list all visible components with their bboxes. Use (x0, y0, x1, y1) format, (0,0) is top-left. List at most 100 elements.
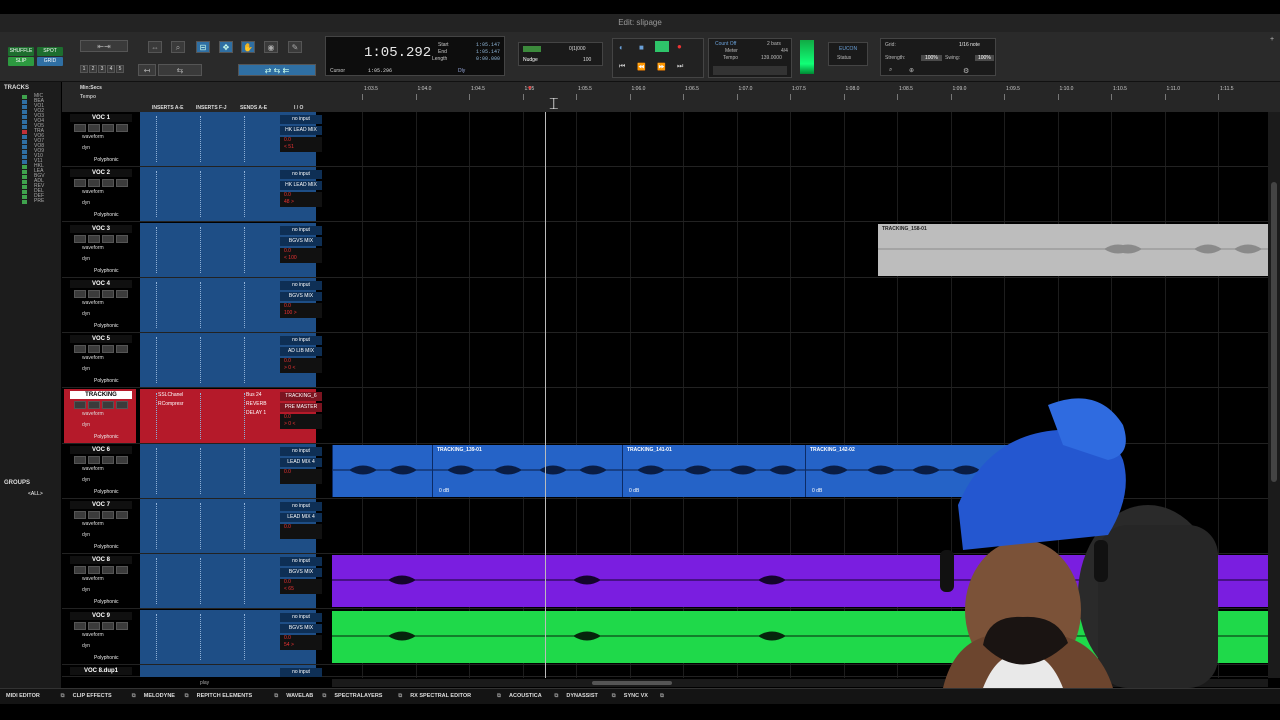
window-toggle-icon[interactable]: ⧉ (61, 693, 65, 700)
grid-mode-button[interactable]: GRID (37, 57, 63, 66)
input-selector[interactable]: no input (280, 336, 322, 346)
output-selector[interactable]: LEAD MIX 4 (280, 513, 322, 523)
insert-slot-column[interactable] (244, 116, 245, 162)
window-toggle-icon[interactable]: ⧉ (322, 693, 326, 700)
input-selector[interactable]: TRACKING_6 (280, 391, 322, 401)
insert-slot-column[interactable] (200, 503, 201, 550)
solo-button[interactable] (102, 566, 114, 575)
tracks-list-item[interactable]: PRE (0, 199, 61, 204)
track-timebase-selector[interactable]: dyn (82, 145, 90, 151)
elastic-audio-selector[interactable]: Polyphonic (94, 434, 118, 440)
bottom-plugin-tab[interactable]: MELODYNE (144, 693, 175, 699)
input-selector[interactable]: no input (280, 612, 322, 622)
track-timebase-selector[interactable]: dyn (82, 200, 90, 206)
eucon-label[interactable]: EUCON (839, 46, 857, 52)
window-toggle-icon[interactable]: ⧉ (612, 693, 616, 700)
track-timebase-selector[interactable]: dyn (82, 366, 90, 372)
insert-slot-column[interactable] (156, 281, 157, 328)
track-name[interactable]: VOC 5 (70, 335, 132, 344)
mute-button[interactable] (116, 289, 128, 298)
input-selector[interactable]: no input (280, 446, 322, 456)
track-name[interactable]: VOC 7 (70, 501, 132, 510)
record-enable-button[interactable] (74, 400, 86, 409)
mute-button[interactable] (116, 234, 128, 243)
window-toggle-icon[interactable]: ⧉ (185, 693, 189, 700)
input-monitor-button[interactable] (88, 289, 100, 298)
insert-slot-column[interactable] (156, 392, 157, 439)
pan-value[interactable]: 100 > (284, 310, 322, 317)
pan-value[interactable]: > 0 < (284, 421, 322, 428)
track-timebase-selector[interactable]: dyn (82, 477, 90, 483)
bottom-plugin-tab[interactable]: SYNC VX (624, 693, 648, 699)
track-lane[interactable] (332, 333, 1268, 388)
track-view-selector[interactable]: waveform (82, 300, 104, 306)
track-lane[interactable]: TRACKING_158-01 (332, 223, 1268, 278)
scrubber-tool-icon[interactable]: ◉ (264, 41, 278, 53)
link-timeline-icon[interactable]: ⇄ ⇆ ⇇ (238, 64, 316, 76)
pan-value[interactable]: < 51 (284, 144, 322, 151)
volume-value[interactable]: 0.0 (284, 137, 322, 144)
input-selector[interactable]: no input (280, 668, 322, 677)
record-enable-button[interactable] (74, 124, 86, 132)
stop-icon[interactable]: ■ (639, 43, 644, 52)
track-view-selector[interactable]: waveform (82, 466, 104, 472)
insert-slot-column[interactable] (244, 447, 245, 494)
output-selector[interactable]: PRE MASTER (280, 402, 322, 412)
volume-pan-display[interactable]: 0.0 54 > (280, 634, 322, 650)
pan-value[interactable]: < 65 (284, 586, 322, 593)
insert-slot-column[interactable] (244, 392, 245, 439)
insert-slot-column[interactable] (156, 503, 157, 550)
insert-slot-column[interactable] (244, 613, 245, 660)
record-enable-button[interactable] (74, 179, 86, 188)
track-timebase-selector[interactable]: dyn (82, 643, 90, 649)
solo-button[interactable] (102, 345, 114, 354)
send-slot[interactable]: REVERB (246, 401, 267, 407)
trim-tool-icon[interactable]: ⊟ (196, 41, 210, 53)
volume-pan-display[interactable]: 0.0 48 > (280, 192, 322, 208)
strength-value[interactable]: 100% (921, 55, 942, 61)
audio-clip[interactable]: TRACKING_139-01 0 dB (432, 444, 623, 497)
playhead-marker-icon[interactable]: ▾ (528, 84, 532, 92)
volume-value[interactable]: 0.0 (284, 579, 322, 586)
solo-button[interactable] (102, 124, 114, 132)
window-toggle-icon[interactable]: ⧉ (554, 693, 558, 700)
insert-slot-column[interactable] (244, 337, 245, 384)
zoom-icon[interactable]: ⊕ (909, 67, 914, 74)
dly-label[interactable]: Dly (458, 68, 465, 74)
volume-value[interactable]: 0.0 (284, 524, 322, 531)
track-view-selector[interactable]: waveform (82, 355, 104, 361)
nudge-value[interactable]: 100 (583, 57, 591, 63)
pan-value[interactable]: > 0 < (284, 365, 322, 372)
record-enable-button[interactable] (74, 345, 86, 354)
elastic-audio-selector[interactable]: Polyphonic (94, 212, 118, 218)
zoomer-tool-icon[interactable]: ⇔ (148, 41, 162, 53)
grid-value[interactable]: 0|1|000 (569, 46, 586, 52)
insert-slot-column[interactable] (244, 503, 245, 550)
forward-icon[interactable]: ⏩ (657, 63, 666, 71)
magnifier-tool-icon[interactable]: ⌕ (171, 41, 185, 53)
output-selector[interactable]: BGVS MIX (280, 623, 322, 633)
track-view-selector[interactable]: waveform (82, 189, 104, 195)
volume-pan-display[interactable]: 0.0 < 100 (280, 247, 322, 263)
window-toggle-icon[interactable]: ⧉ (660, 693, 664, 700)
record-enable-button[interactable] (74, 289, 86, 298)
mute-button[interactable] (116, 455, 128, 464)
track-lane[interactable] (332, 112, 1268, 167)
main-counter[interactable]: 1:05.292 Start 1:05.147 End 1:05.147 Len… (325, 36, 505, 76)
volume-pan-display[interactable]: 0.0 > 0 < (280, 358, 322, 374)
pan-value[interactable]: < 100 (284, 255, 322, 262)
insert-slot-column[interactable] (244, 558, 245, 605)
solo-button[interactable] (102, 234, 114, 243)
input-monitor-button[interactable] (88, 511, 100, 520)
zoom-toggle-button[interactable]: ⇤⇥ (80, 40, 128, 52)
record-enable-button[interactable] (74, 621, 86, 630)
insert-slot-column[interactable] (244, 281, 245, 328)
audio-clip[interactable]: TRACKING_141-01 0 dB (622, 444, 806, 497)
grid-toggle-icon[interactable] (523, 46, 541, 52)
insert-slot-column[interactable] (244, 226, 245, 273)
vertical-scrollbar[interactable] (1268, 112, 1280, 678)
send-bus-slot[interactable]: Bus 24 (246, 392, 262, 398)
zoom-preset-button[interactable]: 4 (107, 65, 115, 73)
solo-button[interactable] (102, 179, 114, 188)
track-timebase-selector[interactable]: dyn (82, 422, 90, 428)
